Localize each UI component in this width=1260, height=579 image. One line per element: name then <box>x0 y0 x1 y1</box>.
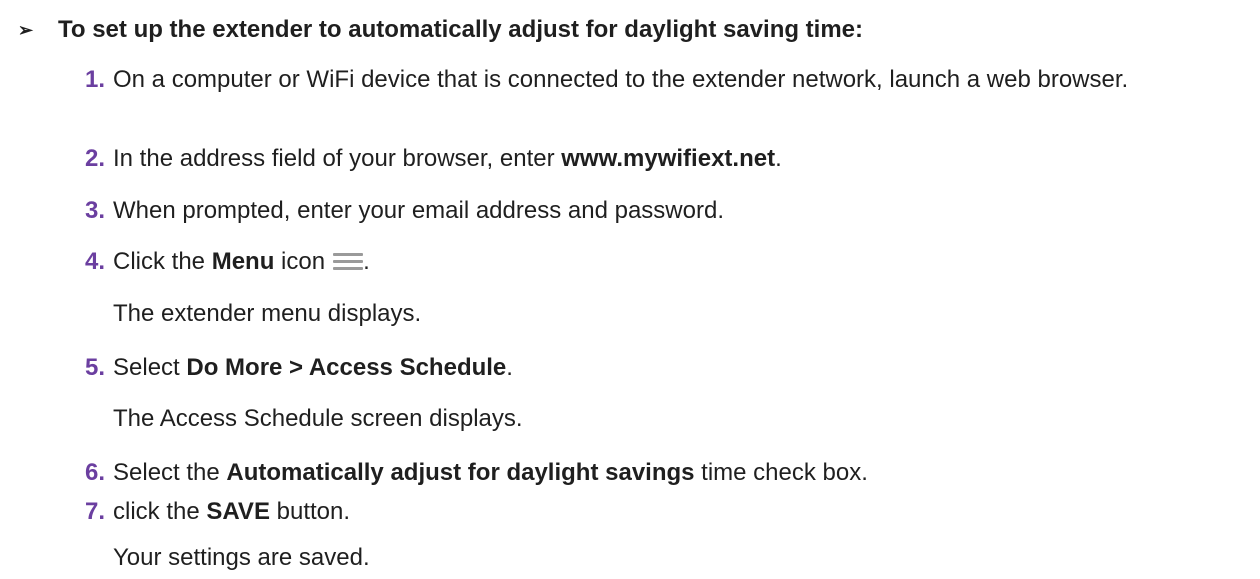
step-text: In the address field of your browser, en… <box>113 143 1258 174</box>
step-number: 1. <box>85 66 106 93</box>
step-text-part: click the <box>113 498 207 525</box>
step-text-part: Select the <box>113 459 227 486</box>
arrow-bullet-icon: ➢ <box>18 19 34 40</box>
button-label: SAVE <box>206 498 270 525</box>
step-text-part: . <box>363 248 370 275</box>
menu-icon <box>333 250 364 272</box>
heading-text: To set up the extender to automatically … <box>58 16 864 43</box>
step-text: Select Do More > Access Schedule. <box>113 352 1258 383</box>
step-text-part: icon <box>274 248 326 275</box>
step-text-part: time check box. <box>694 459 868 486</box>
step-number: 5. <box>85 354 106 381</box>
step-text-part: Select <box>113 354 187 381</box>
step-text-part: Click the <box>113 248 212 275</box>
checkbox-label: Automatically adjust for daylight saving… <box>226 459 695 486</box>
step-text: On a computer or WiFi device that is con… <box>113 66 1129 93</box>
menu-path: Do More > Access Schedule <box>186 354 507 381</box>
step-text-part: . <box>775 145 782 172</box>
result-note: The extender menu displays. <box>113 300 422 327</box>
step-text-part: . <box>506 354 513 381</box>
step-number: 6. <box>85 459 106 486</box>
url-text: www.mywifiext.net <box>561 145 776 172</box>
step-text: Click the Menu icon. <box>113 246 1258 277</box>
step-number: 4. <box>85 248 106 275</box>
step-text: When prompted, enter your email address … <box>113 197 724 224</box>
step-text: Select the Automatically adjust for dayl… <box>113 457 1258 488</box>
step-text-part: In the address field of your browser, en… <box>113 145 562 172</box>
step-number: 2. <box>85 145 106 172</box>
step-text: click the SAVE button. <box>113 496 1258 527</box>
step-number: 7. <box>85 498 106 525</box>
step-text-part: button. <box>269 498 351 525</box>
menu-label: Menu <box>211 248 275 275</box>
step-number: 3. <box>85 197 106 224</box>
procedure-heading: ➢ To set up the extender to automaticall… <box>18 16 863 44</box>
result-note: Your settings are saved. <box>113 544 370 571</box>
result-note: The Access Schedule screen displays. <box>113 405 523 432</box>
